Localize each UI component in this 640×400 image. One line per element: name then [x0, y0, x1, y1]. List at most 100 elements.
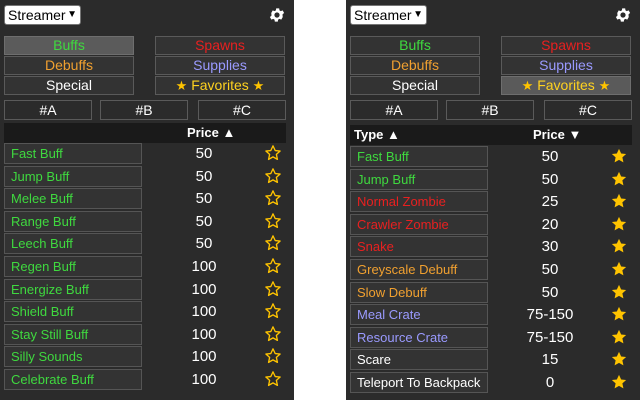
item-price: 15: [541, 351, 559, 369]
letter-filter-b[interactable]: #B: [446, 100, 534, 120]
category-buffs-button[interactable]: Buffs: [4, 36, 134, 55]
item-name-button[interactable]: Energize Buff: [4, 278, 142, 300]
favorites-label: Favorites: [191, 77, 249, 93]
star-filled-icon[interactable]: [610, 170, 628, 188]
item-name-button[interactable]: Jump Buff: [4, 165, 142, 187]
item-name-button[interactable]: Melee Buff: [4, 188, 142, 210]
item-price: 100: [191, 257, 217, 275]
item-name-button[interactable]: Shield Buff: [4, 301, 142, 323]
star-filled-icon[interactable]: [610, 215, 628, 233]
star-outline-icon[interactable]: [264, 302, 282, 320]
star-filled-icon[interactable]: [610, 350, 628, 368]
item-name-button[interactable]: Range Buff: [4, 210, 142, 232]
star-filled-icon[interactable]: [610, 283, 628, 301]
letter-filter-c[interactable]: #C: [544, 100, 632, 120]
star-filled-icon[interactable]: [610, 305, 628, 323]
table-row: Resource Crate 75-150: [350, 326, 632, 349]
star-outline-icon[interactable]: [264, 325, 282, 343]
star-filled-icon[interactable]: [610, 237, 628, 255]
category-spawns-button[interactable]: Spawns: [155, 36, 285, 55]
star-filled-icon[interactable]: [610, 192, 628, 210]
table-row: Crawler Zombie 20: [350, 213, 632, 236]
item-price: 50: [195, 235, 213, 253]
star-outline-icon[interactable]: [264, 212, 282, 230]
item-list: Fast Buff 50 Jump Buff 50 Melee Buff 50 Range …: [4, 142, 286, 391]
category-special-button[interactable]: Special: [350, 76, 480, 95]
chevron-down-icon: ▼: [67, 9, 77, 20]
item-name-button[interactable]: Fast Buff: [350, 146, 488, 167]
role-select-value: Streamer: [8, 7, 66, 23]
star-outline-icon[interactable]: [264, 144, 282, 162]
item-name-button[interactable]: Regen Buff: [4, 255, 142, 277]
category-spawns-button[interactable]: Spawns: [501, 36, 631, 55]
item-price: 50: [541, 170, 559, 188]
letter-filter-b[interactable]: #B: [100, 100, 188, 120]
category-buffs-button[interactable]: Buffs: [350, 36, 480, 55]
item-name-button[interactable]: Leech Buff: [4, 233, 142, 255]
item-name-button[interactable]: Snake: [350, 236, 488, 258]
table-row: Snake 30: [350, 235, 632, 258]
star-outline-icon[interactable]: [264, 167, 282, 185]
star-outline-icon[interactable]: [264, 234, 282, 252]
star-filled-icon[interactable]: [610, 147, 628, 165]
star-filled-icon[interactable]: [610, 373, 628, 391]
category-favorites-button[interactable]: ★ Favorites ★: [155, 76, 285, 95]
star-filled-icon[interactable]: [610, 260, 628, 278]
star-icon: ★: [252, 78, 265, 93]
item-price: 75-150: [526, 328, 574, 346]
item-name-button[interactable]: Teleport To Backpack: [350, 371, 488, 393]
letter-filter-a[interactable]: #A: [350, 100, 438, 120]
price-column-header[interactable]: Price ▲: [187, 123, 235, 143]
gear-icon[interactable]: [614, 6, 632, 24]
item-name-button[interactable]: Resource Crate: [350, 326, 488, 348]
star-filled-icon[interactable]: [610, 328, 628, 346]
item-price: 50: [541, 148, 559, 165]
item-name-button[interactable]: Slow Debuff: [350, 281, 488, 303]
letter-filter-c[interactable]: #C: [198, 100, 286, 120]
favorites-label: Favorites: [537, 77, 595, 93]
item-price: 50: [195, 167, 213, 185]
item-name-button[interactable]: Silly Sounds: [4, 346, 142, 368]
table-row: Fast Buff 50: [4, 142, 286, 165]
category-favorites-button[interactable]: ★ Favorites ★: [501, 76, 631, 95]
table-row: Slow Debuff 50: [350, 281, 632, 304]
star-outline-icon[interactable]: [264, 280, 282, 298]
letter-filters: #A #B #C: [346, 100, 640, 122]
star-outline-icon[interactable]: [264, 347, 282, 365]
role-select[interactable]: Streamer ▼: [350, 5, 427, 25]
chevron-down-icon: ▼: [413, 9, 423, 20]
price-header-label: Price: [533, 127, 565, 142]
category-debuffs-button[interactable]: Debuffs: [350, 56, 480, 75]
type-column-header[interactable]: Type ▲: [354, 125, 400, 145]
item-name-button[interactable]: Celebrate Buff: [4, 368, 142, 390]
item-name-button[interactable]: Crawler Zombie: [350, 213, 488, 235]
item-name-button[interactable]: Normal Zombie: [350, 191, 488, 213]
item-price: 20: [541, 215, 559, 233]
item-name-button[interactable]: Fast Buff: [4, 143, 142, 164]
category-special-button[interactable]: Special: [4, 76, 134, 95]
item-name-button[interactable]: Jump Buff: [350, 168, 488, 190]
item-name-button[interactable]: Scare: [350, 349, 488, 371]
table-row: Normal Zombie 25: [350, 190, 632, 213]
item-name-button[interactable]: Meal Crate: [350, 304, 488, 326]
item-name-button[interactable]: Stay Still Buff: [4, 323, 142, 345]
item-price: 50: [541, 260, 559, 278]
star-outline-icon[interactable]: [264, 370, 282, 388]
gear-icon[interactable]: [268, 6, 286, 24]
item-price: 50: [195, 212, 213, 230]
item-name-button[interactable]: Greyscale Debuff: [350, 258, 488, 280]
star-outline-icon[interactable]: [264, 189, 282, 207]
letter-filter-a[interactable]: #A: [4, 100, 92, 120]
category-debuffs-button[interactable]: Debuffs: [4, 56, 134, 75]
category-supplies-button[interactable]: Supplies: [155, 56, 285, 75]
item-price: 30: [541, 238, 559, 256]
role-select[interactable]: Streamer ▼: [4, 5, 81, 25]
item-price: 50: [195, 190, 213, 208]
top-bar: Streamer ▼: [346, 0, 640, 34]
table-header: Type ▲ Price ▼: [350, 125, 632, 145]
item-price: 0: [545, 373, 555, 391]
item-price: 75-150: [526, 306, 574, 324]
category-supplies-button[interactable]: Supplies: [501, 56, 631, 75]
price-column-header[interactable]: Price ▼: [533, 125, 581, 145]
star-outline-icon[interactable]: [264, 257, 282, 275]
